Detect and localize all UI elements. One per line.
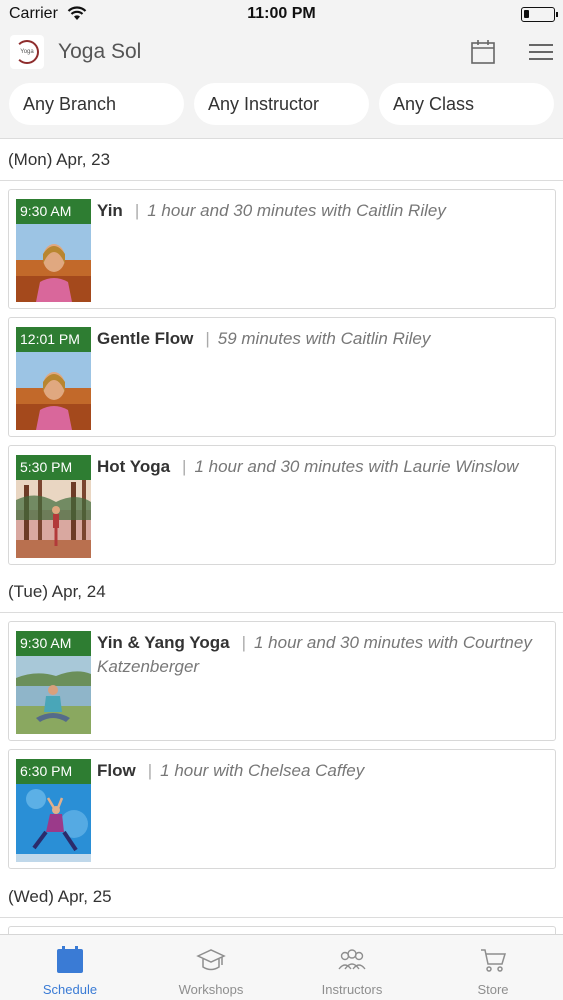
time-badge: 9:30 AM — [16, 199, 91, 224]
separator: | — [241, 633, 246, 652]
separator: | — [147, 761, 153, 780]
calendar-icon[interactable] — [469, 38, 497, 66]
class-card[interactable]: 6:30 PM Flow | 1 hour with Chelsea Caffey — [8, 749, 556, 869]
tab-label: Instructors — [321, 982, 383, 997]
separator: | — [134, 201, 140, 220]
graduation-cap-icon — [196, 949, 226, 971]
logo-mark: Yoga — [15, 40, 39, 64]
class-name: Yin — [97, 201, 123, 220]
tab-label: Schedule — [42, 982, 98, 997]
instructor-filter[interactable]: Any Instructor — [194, 83, 369, 125]
tab-label: Store — [477, 982, 509, 997]
separator: | — [182, 457, 187, 476]
class-card[interactable]: 5:30 PM Hot Yoga | 1 hour and 30 minutes w… — [8, 445, 556, 565]
instructor-photo — [16, 352, 91, 430]
tab-label: Workshops — [178, 982, 244, 997]
hamburger-menu-icon[interactable] — [527, 40, 555, 64]
tab-workshops[interactable]: Workshops — [141, 935, 281, 1000]
class-card[interactable]: 9:30 AM Yin | 1 hour and 30 minutes with C… — [8, 189, 556, 309]
tab-bar: Schedule Workshops Instructors Store — [0, 934, 563, 1000]
class-duration-instructor: 1 hour with Chelsea Caffey — [160, 761, 365, 780]
people-icon — [338, 949, 366, 970]
class-filter[interactable]: Any Class — [379, 83, 554, 125]
clock: 11:00 PM — [247, 5, 316, 22]
app-header: Yoga Yoga Sol — [0, 30, 563, 75]
battery-icon — [521, 7, 558, 22]
branch-filter[interactable]: Any Branch — [9, 83, 184, 125]
day-header: (Mon) Apr, 23 — [0, 139, 563, 181]
class-info: Flow | 1 hour with Chelsea Caffey — [97, 759, 549, 783]
instructor-photo — [16, 656, 91, 734]
day-header: (Tue) Apr, 24 — [0, 571, 563, 613]
class-name: Hot Yoga — [97, 457, 171, 476]
class-name: Flow — [97, 761, 136, 780]
instructor-photo — [16, 480, 91, 558]
class-duration-instructor: 1 hour and 30 minutes with Caitlin Riley — [147, 201, 446, 220]
class-duration-instructor: 59 minutes with Caitlin Riley — [217, 329, 431, 348]
time-badge: 9:30 AM — [16, 631, 91, 656]
cart-icon — [481, 949, 507, 972]
tab-store[interactable]: Store — [423, 935, 563, 1000]
class-info: Yin | 1 hour and 30 minutes with Caitlin R… — [97, 199, 549, 223]
app-title: Yoga Sol — [58, 40, 142, 63]
time-badge: 12:01 PM — [16, 327, 91, 352]
class-name: Yin & Yang Yoga — [97, 633, 230, 652]
instructor-photo — [16, 784, 91, 862]
time-badge: 6:30 PM — [16, 759, 91, 784]
app-logo: Yoga — [10, 35, 44, 69]
tab-schedule[interactable]: Schedule — [0, 935, 140, 1000]
tab-instructors[interactable]: Instructors — [282, 935, 422, 1000]
class-duration-instructor: 1 hour and 30 minutes with Laurie Winslo… — [194, 457, 519, 476]
class-name: Gentle Flow — [97, 329, 194, 348]
class-info: Gentle Flow | 59 minutes with Caitlin Rile… — [97, 327, 549, 351]
time-badge: 5:30 PM — [16, 455, 91, 480]
class-card[interactable]: 12:01 PM Gentle Flow | 59 minutes with Cai… — [8, 317, 556, 437]
class-info: Yin & Yang Yoga | 1 hour and 30 minutes wi… — [97, 631, 549, 679]
status-bar: Carrier 11:00 PM — [0, 0, 563, 30]
calendar-icon — [57, 946, 83, 973]
separator: | — [205, 329, 210, 348]
instructor-photo — [16, 224, 91, 302]
class-info: Hot Yoga | 1 hour and 30 minutes with Laur… — [97, 455, 549, 479]
class-card[interactable]: 9:30 AM Yin & Yang Yoga | 1 hour and 30 mi… — [8, 621, 556, 741]
day-header: (Wed) Apr, 25 — [0, 876, 563, 918]
filter-bar: Any Branch Any Instructor Any Class — [0, 75, 563, 139]
